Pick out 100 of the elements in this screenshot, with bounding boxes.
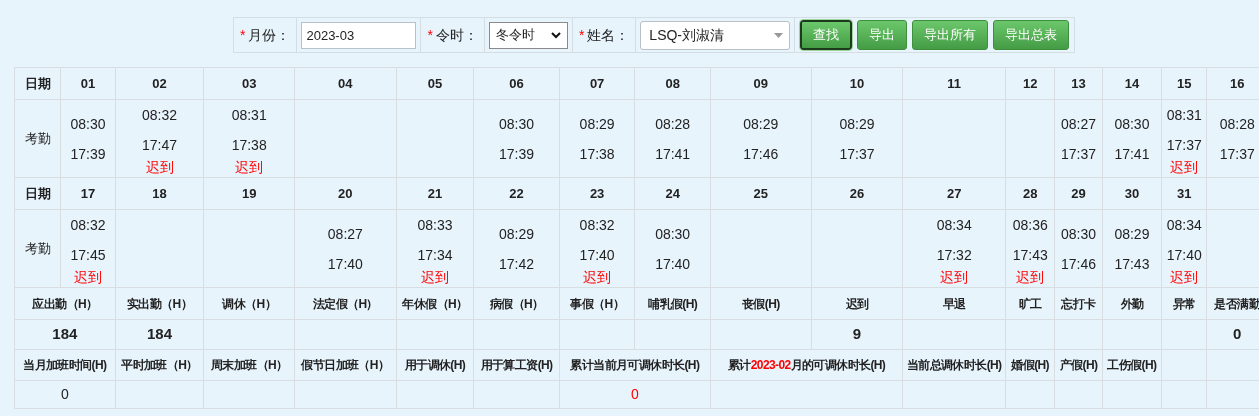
date-header: 08 (665, 75, 680, 91)
clock-out-time: 17:43 (1012, 246, 1048, 265)
summary-value: 9 (852, 325, 862, 343)
summary-value: 184 (147, 325, 173, 343)
date-header: 05 (427, 75, 443, 91)
clock-in-time: 08:31 (1166, 106, 1202, 125)
clock-in-time: 08:29 (743, 114, 779, 134)
clock-in-time: 08:27 (327, 224, 363, 244)
date-header: 06 (509, 75, 524, 91)
clock-in-time: 08:32 (142, 106, 178, 125)
late-status: 迟到 (1170, 268, 1199, 287)
clock-in-time: 08:29 (1114, 224, 1150, 244)
clock-in-time: 08:30 (70, 114, 106, 134)
column-header: 调休（H） (222, 296, 276, 311)
clock-in-time: 08:28 (1219, 114, 1255, 134)
date-header: 30 (1124, 185, 1140, 201)
field-label: 姓名： (587, 25, 630, 45)
column-header: 忘打卡 (1061, 296, 1096, 311)
date-header: 02 (152, 75, 167, 91)
column-header: 丧假(H) (741, 296, 780, 311)
clock-in-time: 08:29 (499, 224, 535, 244)
date-header: 12 (1022, 75, 1038, 91)
late-status: 迟到 (235, 158, 264, 177)
clock-out-time: 17:43 (1114, 254, 1150, 274)
toolbar-button[interactable]: 导出总表 (993, 20, 1070, 50)
clock-out-time: 17:38 (579, 144, 615, 164)
summary-value: 0 (60, 386, 69, 402)
date-header: 13 (1071, 75, 1086, 91)
clock-in-time: 08:32 (579, 216, 615, 235)
season-select[interactable]: 冬令时 (488, 21, 568, 49)
date-header: 27 (946, 185, 962, 201)
clock-out-time: 17:40 (1166, 246, 1202, 265)
late-status: 迟到 (583, 268, 612, 287)
column-header: 婚假(H) (1011, 357, 1050, 374)
late-status: 迟到 (940, 268, 969, 287)
column-header: 产假(H) (1059, 357, 1098, 374)
clock-in-time: 08:34 (936, 216, 972, 235)
late-status: 迟到 (1170, 158, 1199, 177)
clock-in-time: 08:33 (417, 216, 453, 235)
clock-out-time: 17:39 (499, 144, 535, 164)
required-mark: * (427, 25, 433, 45)
clock-out-time: 17:37 (839, 144, 875, 164)
column-header: 病假（H） (489, 296, 544, 311)
clock-out-time: 17:41 (655, 144, 691, 164)
clock-out-time: 17:41 (1114, 144, 1150, 164)
date-header: 01 (80, 75, 96, 91)
toolbar-button[interactable]: 导出所有 (912, 20, 989, 50)
column-header: 应出勤（H） (32, 296, 98, 311)
column-header: 异常 (1172, 296, 1196, 311)
clock-out-time: 17:37 (1219, 144, 1255, 164)
required-mark: * (578, 25, 585, 45)
summary-value: 0 (631, 386, 639, 402)
field-label: 令时： (435, 25, 478, 45)
clock-in-time: 08:30 (499, 114, 535, 134)
clock-in-time: 08:29 (839, 114, 875, 134)
date-header: 31 (1177, 185, 1192, 201)
column-header: 当月加班时间(H) (23, 357, 107, 374)
clock-in-time: 08:32 (70, 216, 106, 235)
clock-in-time: 08:36 (1012, 216, 1048, 235)
clock-out-time: 17:37 (1061, 144, 1097, 164)
toolbar-button[interactable]: 查找 (800, 20, 853, 50)
date-header: 26 (849, 185, 865, 201)
date-header: 23 (589, 185, 605, 201)
date-header: 16 (1230, 75, 1245, 91)
month-input[interactable]: 2023-03 (301, 21, 417, 49)
date-header: 07 (589, 75, 605, 91)
date-header: 19 (241, 185, 257, 201)
clock-in-time: 08:34 (1166, 216, 1202, 235)
column-header: 实出勤（H） (127, 296, 193, 311)
clock-out-time: 17:42 (499, 254, 535, 274)
clock-in-time: 08:30 (1114, 114, 1150, 134)
clock-in-time: 08:30 (1061, 224, 1097, 244)
column-header: 外勤 (1120, 296, 1144, 311)
row-label: 日期 (24, 75, 51, 91)
name-select[interactable]: LSQ-刘淑清 (640, 20, 791, 50)
clock-out-time: 17:47 (142, 136, 178, 155)
clock-out-time: 17:32 (936, 246, 972, 265)
date-header: 22 (509, 185, 524, 201)
clock-out-time: 17:34 (417, 246, 453, 265)
column-header: 法定假（H） (312, 296, 378, 311)
date-header: 25 (753, 185, 768, 201)
clock-out-time: 17:45 (70, 246, 106, 265)
column-header: 哺乳假(H) (648, 296, 698, 311)
late-status: 迟到 (420, 268, 449, 287)
clock-out-time: 17:40 (327, 254, 363, 274)
toolbar-button[interactable]: 导出 (857, 20, 908, 50)
date-header: 11 (947, 75, 962, 91)
field-label: 月份： (248, 25, 291, 45)
clock-in-time: 08:31 (231, 106, 267, 125)
column-header: 工伤假(H) (1107, 357, 1157, 374)
date-header: 21 (427, 185, 443, 201)
column-header: 事假（H） (570, 296, 624, 311)
clock-in-time: 08:28 (655, 114, 691, 134)
column-header: 累计当前月可调休时长(H) (570, 357, 700, 374)
late-status: 迟到 (1016, 268, 1045, 287)
column-header: 年休假（H） (402, 296, 468, 311)
column-header: 当前总调休时长(H) (906, 357, 1002, 374)
column-header: 用于调休(H) (404, 357, 466, 374)
chevron-icon (550, 31, 561, 39)
column-header: 用于算工资(H) (480, 357, 553, 374)
